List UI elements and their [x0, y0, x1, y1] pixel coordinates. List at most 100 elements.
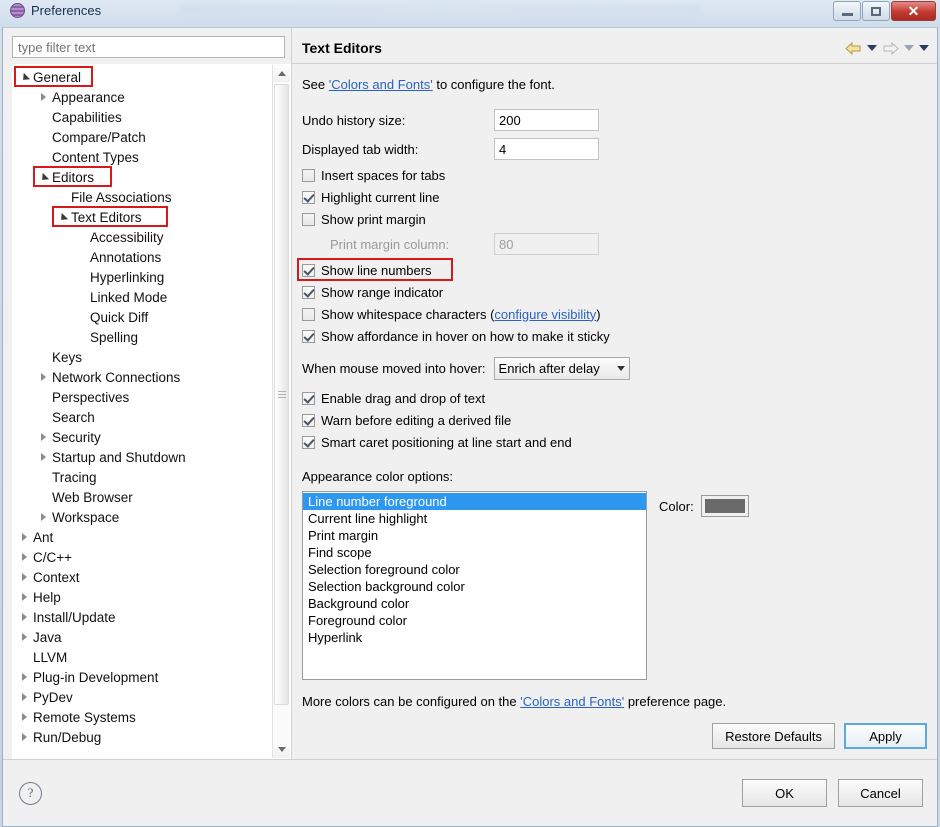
sidebar-item-appearance[interactable]: Appearance: [13, 87, 272, 107]
back-arrow-icon[interactable]: [845, 41, 862, 56]
warn-before-editing-a-derived-file-row[interactable]: Warn before editing a derived file: [302, 409, 927, 431]
twisty-collapsed-icon[interactable]: [18, 593, 31, 601]
color-option-item[interactable]: Find scope: [303, 544, 646, 561]
sidebar-item-context[interactable]: Context: [13, 567, 272, 587]
sidebar-item-file-associations[interactable]: File Associations: [13, 187, 272, 207]
sidebar-item-web-browser[interactable]: Web Browser: [13, 487, 272, 507]
scroll-up-button[interactable]: [273, 65, 290, 82]
twisty-collapsed-icon[interactable]: [18, 533, 31, 541]
preferences-tree[interactable]: General Appearance Capabilities Compare/Pat…: [13, 65, 272, 758]
restore-defaults-button[interactable]: Restore Defaults: [712, 723, 835, 749]
configure-visibility-link[interactable]: configure visibility: [494, 307, 596, 322]
highlight-current-line-row[interactable]: Highlight current line: [302, 186, 927, 208]
enable-drag-and-drop-of-text-checkbox[interactable]: [302, 391, 315, 405]
sidebar-item-spelling[interactable]: Spelling: [13, 327, 272, 347]
sidebar-item-editors[interactable]: Editors: [13, 166, 272, 187]
twisty-collapsed-icon[interactable]: [37, 433, 50, 441]
sidebar-item-perspectives[interactable]: Perspectives: [13, 387, 272, 407]
enable-drag-and-drop-of-text-row[interactable]: Enable drag and drop of text: [302, 387, 927, 409]
maximize-button[interactable]: [862, 1, 890, 21]
more-colors-and-fonts-link[interactable]: 'Colors and Fonts': [520, 694, 624, 709]
undo-history-input[interactable]: [494, 109, 599, 131]
twisty-collapsed-icon[interactable]: [18, 633, 31, 641]
show-affordance-row[interactable]: Show affordance in hover on how to make …: [302, 325, 927, 347]
show-range-indicator-checkbox[interactable]: [302, 285, 315, 299]
smart-caret-positioning-at-line-start-and-end-row[interactable]: Smart caret positioning at line start an…: [302, 431, 927, 453]
close-button[interactable]: ✕: [891, 1, 936, 21]
sidebar-item-compare-patch[interactable]: Compare/Patch: [13, 127, 272, 147]
scroll-down-button[interactable]: [273, 741, 290, 758]
color-option-item[interactable]: Background color: [303, 595, 646, 612]
sidebar-item-keys[interactable]: Keys: [13, 347, 272, 367]
tab-width-input[interactable]: [494, 138, 599, 160]
color-swatch-button[interactable]: [700, 495, 749, 517]
color-option-item[interactable]: Print margin: [303, 527, 646, 544]
sidebar-item-content-types[interactable]: Content Types: [13, 147, 272, 167]
highlight-current-line-checkbox[interactable]: [302, 190, 315, 204]
sidebar-item-text-editors[interactable]: Text Editors: [13, 206, 272, 227]
show-print-margin-row[interactable]: Show print margin: [302, 208, 927, 230]
sidebar-item-c-c[interactable]: C/C++: [13, 547, 272, 567]
twisty-collapsed-icon[interactable]: [18, 573, 31, 581]
twisty-expanded-icon[interactable]: [18, 74, 31, 80]
twisty-collapsed-icon[interactable]: [37, 93, 50, 101]
color-option-item[interactable]: Selection background color: [303, 578, 646, 595]
page-menu-dropdown-icon[interactable]: [919, 45, 929, 51]
apply-button[interactable]: Apply: [844, 723, 927, 749]
twisty-collapsed-icon[interactable]: [18, 713, 31, 721]
sidebar-item-hyperlinking[interactable]: Hyperlinking: [13, 267, 272, 287]
filter-input[interactable]: [12, 36, 285, 58]
forward-history-dropdown-icon[interactable]: [904, 45, 914, 51]
color-option-item[interactable]: Foreground color: [303, 612, 646, 629]
show-line-numbers-checkbox[interactable]: [302, 263, 315, 277]
sidebar-item-security[interactable]: Security: [13, 427, 272, 447]
colors-and-fonts-link[interactable]: 'Colors and Fonts': [329, 77, 433, 92]
sidebar-item-llvm[interactable]: LLVM: [13, 647, 272, 667]
twisty-collapsed-icon[interactable]: [37, 373, 50, 381]
hover-mode-select[interactable]: Enrich after delay: [493, 356, 630, 380]
sidebar-item-remote-systems[interactable]: Remote Systems: [13, 707, 272, 727]
smart-caret-positioning-at-line-start-and-end-checkbox[interactable]: [302, 435, 315, 449]
color-option-item[interactable]: Hyperlink: [303, 629, 646, 646]
ok-button[interactable]: OK: [742, 779, 827, 807]
insert-spaces-for-tabs-row[interactable]: Insert spaces for tabs: [302, 164, 927, 186]
question-mark-icon[interactable]: ?: [19, 781, 42, 805]
show-range-indicator-row[interactable]: Show range indicator: [302, 281, 927, 303]
cancel-button[interactable]: Cancel: [838, 779, 923, 807]
show-print-margin-checkbox[interactable]: [302, 212, 315, 226]
twisty-collapsed-icon[interactable]: [18, 553, 31, 561]
sidebar-item-pydev[interactable]: PyDev: [13, 687, 272, 707]
minimize-button[interactable]: [833, 1, 861, 21]
sidebar-item-startup-and-shutdown[interactable]: Startup and Shutdown: [13, 447, 272, 467]
show-whitespace-checkbox[interactable]: [302, 307, 315, 321]
sidebar-item-general[interactable]: General: [13, 66, 272, 87]
sidebar-item-install-update[interactable]: Install/Update: [13, 607, 272, 627]
sidebar-item-ant[interactable]: Ant: [13, 527, 272, 547]
color-option-item[interactable]: Selection foreground color: [303, 561, 646, 578]
sidebar-item-tracing[interactable]: Tracing: [13, 467, 272, 487]
sidebar-item-plug-in-development[interactable]: Plug-in Development: [13, 667, 272, 687]
twisty-collapsed-icon[interactable]: [37, 513, 50, 521]
sidebar-item-linked-mode[interactable]: Linked Mode: [13, 287, 272, 307]
sidebar-item-annotations[interactable]: Annotations: [13, 247, 272, 267]
sidebar-item-quick-diff[interactable]: Quick Diff: [13, 307, 272, 327]
warn-before-editing-a-derived-file-checkbox[interactable]: [302, 413, 315, 427]
sidebar-item-workspace[interactable]: Workspace: [13, 507, 272, 527]
show-line-numbers-row[interactable]: Show line numbers: [297, 258, 927, 281]
sidebar-item-capabilities[interactable]: Capabilities: [13, 107, 272, 127]
appearance-color-listbox[interactable]: Line number foreground Current line highl…: [302, 491, 647, 680]
tree-scrollbar[interactable]: [272, 65, 290, 758]
twisty-collapsed-icon[interactable]: [18, 613, 31, 621]
scrollbar-thumb[interactable]: [274, 84, 289, 706]
color-option-item[interactable]: Current line highlight: [303, 510, 646, 527]
sidebar-item-search[interactable]: Search: [13, 407, 272, 427]
twisty-collapsed-icon[interactable]: [18, 733, 31, 741]
sidebar-item-accessibility[interactable]: Accessibility: [13, 227, 272, 247]
insert-spaces-for-tabs-checkbox[interactable]: [302, 168, 315, 182]
show-whitespace-row[interactable]: Show whitespace characters (configure vi…: [302, 303, 927, 325]
sidebar-item-help[interactable]: Help: [13, 587, 272, 607]
back-history-dropdown-icon[interactable]: [867, 45, 877, 51]
twisty-expanded-icon[interactable]: [37, 174, 50, 180]
twisty-expanded-icon[interactable]: [56, 214, 69, 220]
twisty-collapsed-icon[interactable]: [18, 673, 31, 681]
